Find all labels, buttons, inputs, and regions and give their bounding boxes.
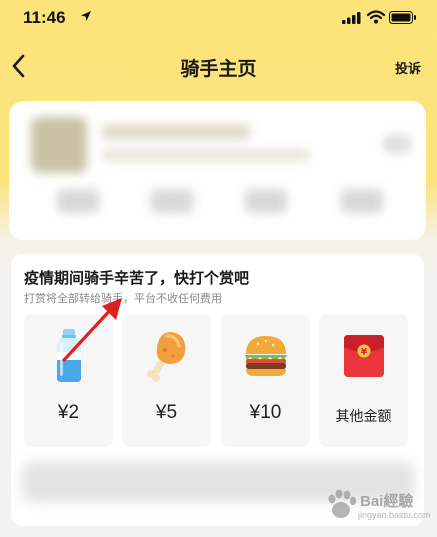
- watermark: Bai經驗 jingyan.baidu.com: [322, 486, 431, 526]
- rider-side-blurred: [383, 135, 411, 153]
- watermark-text: Bai經驗: [360, 493, 414, 510]
- tip-option-label: ¥10: [249, 402, 282, 423]
- rider-stat-blurred: [151, 189, 193, 213]
- tip-option-10[interactable]: ¥10: [221, 314, 310, 447]
- rider-name-blurred: [101, 125, 251, 139]
- rider-avatar: [31, 117, 87, 173]
- rider-stat-blurred: [57, 189, 99, 213]
- rider-info-card: [11, 103, 424, 238]
- tip-option-5[interactable]: ¥5: [122, 314, 211, 447]
- tip-option-label: ¥2: [57, 402, 80, 423]
- tip-option-other[interactable]: ¥ 其他金额: [319, 314, 408, 447]
- rider-stat-blurred: [341, 189, 383, 213]
- wifi-icon: [367, 10, 385, 24]
- red-envelope-icon: ¥: [343, 335, 384, 377]
- nav-bar: 骑手主页 投诉: [0, 44, 437, 88]
- chicken-leg-icon: [146, 332, 185, 382]
- status-time: 11:46: [23, 8, 66, 27]
- burger-icon: [244, 336, 287, 376]
- tip-option-label: 其他金额: [335, 408, 392, 424]
- watermark-url: jingyan.baidu.com: [358, 510, 431, 520]
- rider-detail-blurred: [101, 149, 311, 161]
- tip-option-label: ¥5: [155, 402, 178, 423]
- paw-icon: [328, 489, 357, 518]
- complain-button[interactable]: 投诉: [395, 58, 421, 77]
- svg-text:¥: ¥: [360, 348, 367, 358]
- tip-title: 疫情期间骑手辛苦了，快打个赏吧: [24, 270, 250, 287]
- rider-stat-blurred: [245, 189, 287, 213]
- annotation-arrow-icon: [62, 298, 122, 362]
- page-title: 骑手主页: [180, 59, 257, 80]
- location-arrow-icon: [81, 11, 91, 21]
- status-bar: 11:46: [0, 0, 437, 36]
- signal-icon: [342, 12, 361, 24]
- battery-icon: [389, 11, 416, 24]
